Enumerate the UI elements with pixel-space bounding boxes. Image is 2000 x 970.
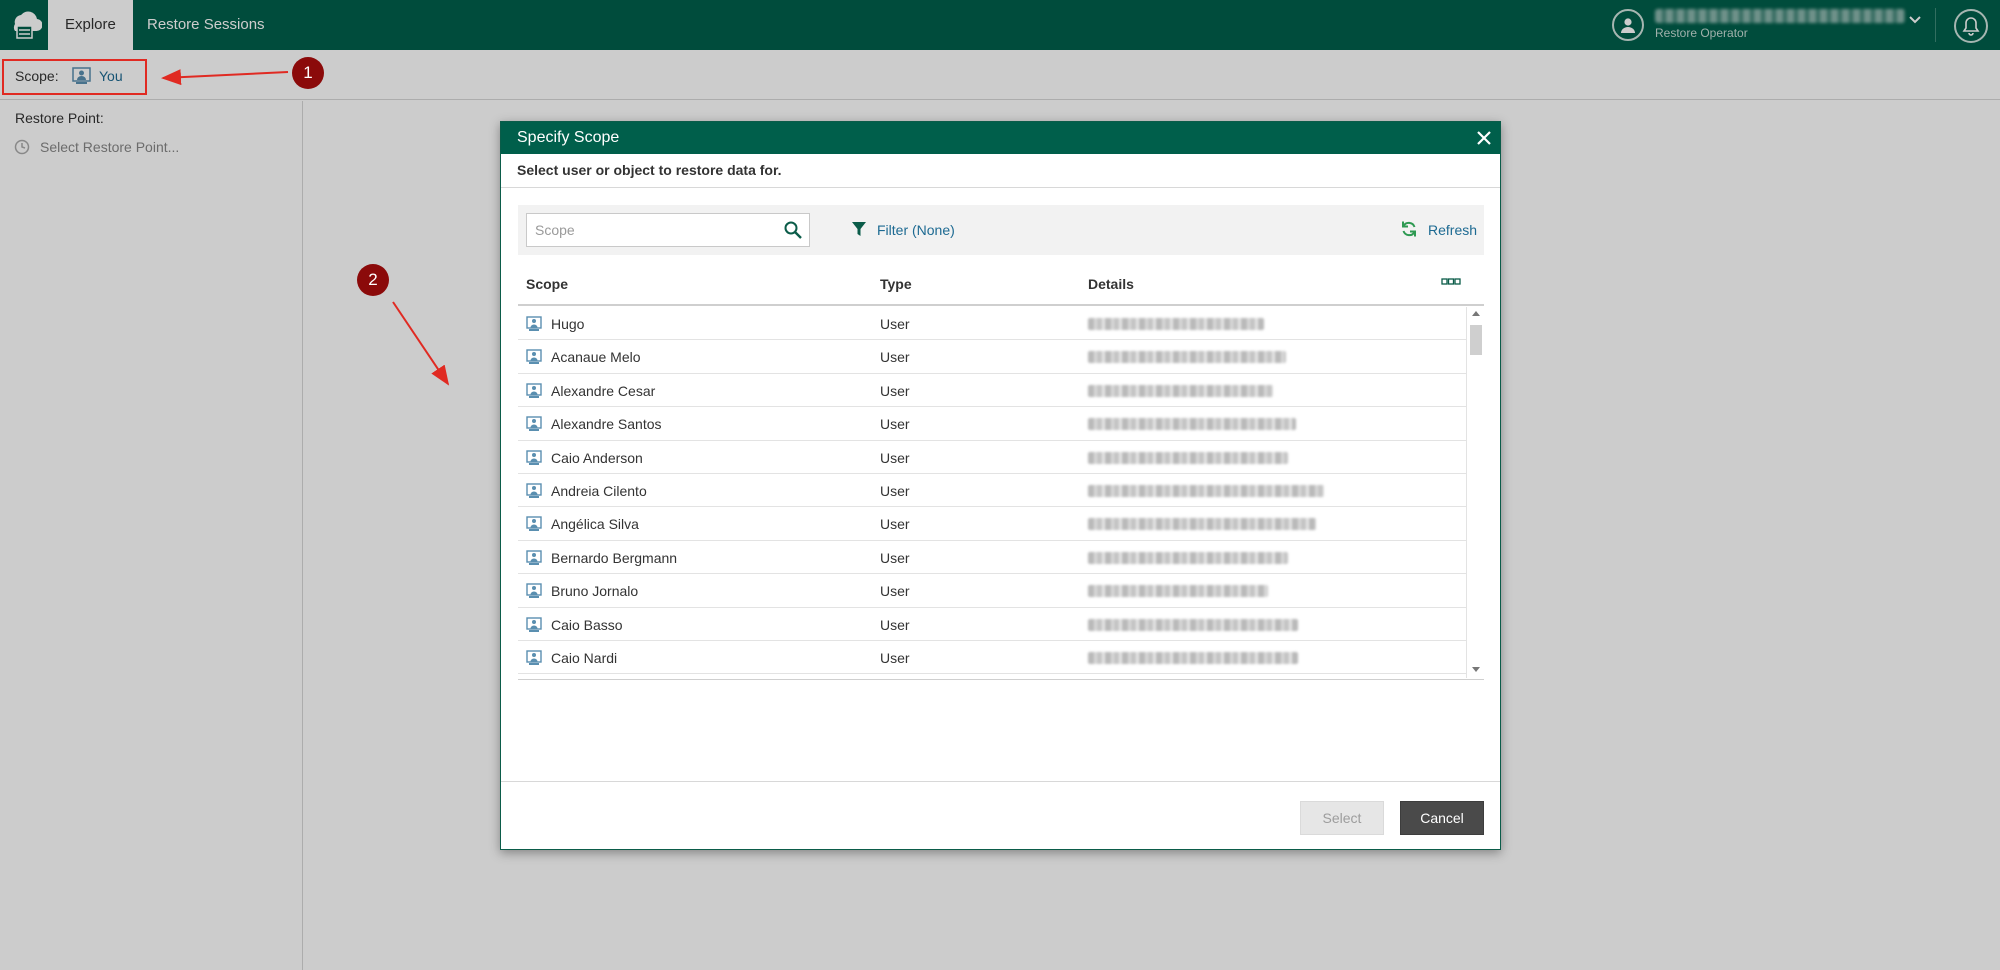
row-scope-name: Andreia Cilento [551, 483, 647, 499]
table-row[interactable]: Alexandre Cesar User [518, 374, 1466, 408]
row-details-redacted [1088, 351, 1286, 364]
user-icon [526, 650, 542, 665]
row-details-redacted [1088, 518, 1316, 531]
scroll-thumb[interactable] [1470, 325, 1482, 355]
row-type: User [880, 616, 910, 633]
user-icon [526, 616, 542, 632]
refresh-button[interactable]: Refresh [1428, 222, 1477, 238]
scope-table-body: Hugo User Acanaue Melo User Alexandre Cesar U… [518, 307, 1466, 678]
row-type: User [880, 650, 910, 666]
row-scope-name: Bernardo Bergmann [551, 549, 678, 566]
user-icon [526, 416, 542, 432]
scroll-up-arrow-icon[interactable] [1472, 311, 1480, 316]
row-scope-name: Caio Nardi [551, 650, 618, 666]
row-scope-name: Angélica Silva [551, 516, 639, 533]
table-row[interactable]: Angélica Silva User [518, 507, 1466, 541]
user-icon [526, 516, 542, 532]
refresh-icon[interactable] [1400, 220, 1418, 238]
row-details-redacted [1088, 585, 1268, 598]
table-row[interactable]: Bernardo Bergmann User [518, 541, 1466, 575]
table-row[interactable]: Bruno Jornalo User [518, 574, 1466, 608]
dialog-title: Specify Scope [501, 122, 1500, 154]
specify-scope-dialog: Specify Scope Select user or object to r… [500, 121, 1501, 850]
table-row[interactable]: Caio Nardi User [518, 641, 1466, 675]
scroll-down-arrow-icon[interactable] [1472, 667, 1480, 672]
table-row[interactable]: Alexandre Santos User [518, 407, 1466, 441]
row-details-redacted [1088, 451, 1288, 464]
row-details-redacted [1088, 551, 1288, 564]
row-details-redacted [1088, 485, 1324, 497]
table-row[interactable]: Cesar MissiasUser [518, 674, 1466, 678]
table-scrollbar[interactable] [1466, 307, 1484, 678]
row-type: User [880, 483, 910, 499]
close-icon[interactable] [1474, 128, 1494, 148]
search-box [526, 213, 810, 247]
row-scope-name: Acanaue Melo [551, 349, 641, 366]
table-row[interactable]: Caio Basso User [518, 608, 1466, 641]
annotation-badge-1: 1 [292, 57, 324, 89]
column-header-type[interactable]: Type [880, 276, 912, 292]
row-type: User [880, 316, 910, 332]
user-icon [526, 349, 542, 365]
row-scope-name: Hugo [551, 316, 585, 332]
user-icon [526, 316, 542, 331]
column-header-details[interactable]: Details [1088, 276, 1134, 292]
filter-button[interactable]: Filter (None) [877, 222, 955, 238]
table-row[interactable]: Andreia Cilento User [518, 474, 1466, 508]
table-row[interactable]: Hugo User [518, 307, 1466, 341]
user-icon [526, 449, 542, 465]
search-icon[interactable] [783, 220, 803, 240]
row-type: User [880, 382, 910, 399]
user-icon [526, 383, 542, 398]
user-icon [526, 583, 542, 599]
row-scope-name: Bruno Jornalo [551, 583, 639, 600]
select-button[interactable]: Select [1300, 801, 1384, 835]
column-header-scope[interactable]: Scope [526, 276, 568, 292]
row-details-redacted [1088, 318, 1264, 330]
row-scope-name: Alexandre Santos [551, 416, 662, 433]
row-scope-name: Caio Basso [551, 616, 623, 633]
row-type: User [880, 416, 910, 433]
row-type: User [880, 449, 910, 466]
user-icon [526, 550, 542, 565]
row-type: User [880, 583, 910, 600]
filter-icon[interactable] [851, 221, 867, 237]
cancel-button[interactable]: Cancel [1400, 801, 1484, 835]
scope-search-input[interactable] [527, 214, 767, 246]
dialog-footer-separator [501, 781, 1500, 782]
row-details-redacted [1088, 384, 1273, 397]
row-scope-name: Alexandre Cesar [551, 382, 656, 399]
column-options-icon[interactable] [1441, 277, 1461, 287]
row-type: User [880, 516, 910, 533]
dialog-toolbar: Filter (None) Refresh [518, 205, 1484, 255]
table-header: Scope Type Details [518, 262, 1484, 306]
dialog-subtitle: Select user or object to restore data fo… [517, 162, 782, 178]
row-type: User [880, 349, 910, 366]
row-details-redacted [1088, 418, 1296, 431]
table-bottom-border [518, 679, 1484, 680]
row-details-redacted [1088, 618, 1298, 631]
row-scope-name: Caio Anderson [551, 449, 643, 466]
dialog-separator [501, 187, 1500, 188]
annotation-badge-2: 2 [357, 264, 389, 296]
table-row[interactable]: Acanaue Melo User [518, 340, 1466, 374]
user-icon [526, 483, 542, 498]
row-details-redacted [1088, 652, 1298, 664]
row-type: User [880, 549, 910, 566]
table-row[interactable]: Caio Anderson User [518, 441, 1466, 474]
